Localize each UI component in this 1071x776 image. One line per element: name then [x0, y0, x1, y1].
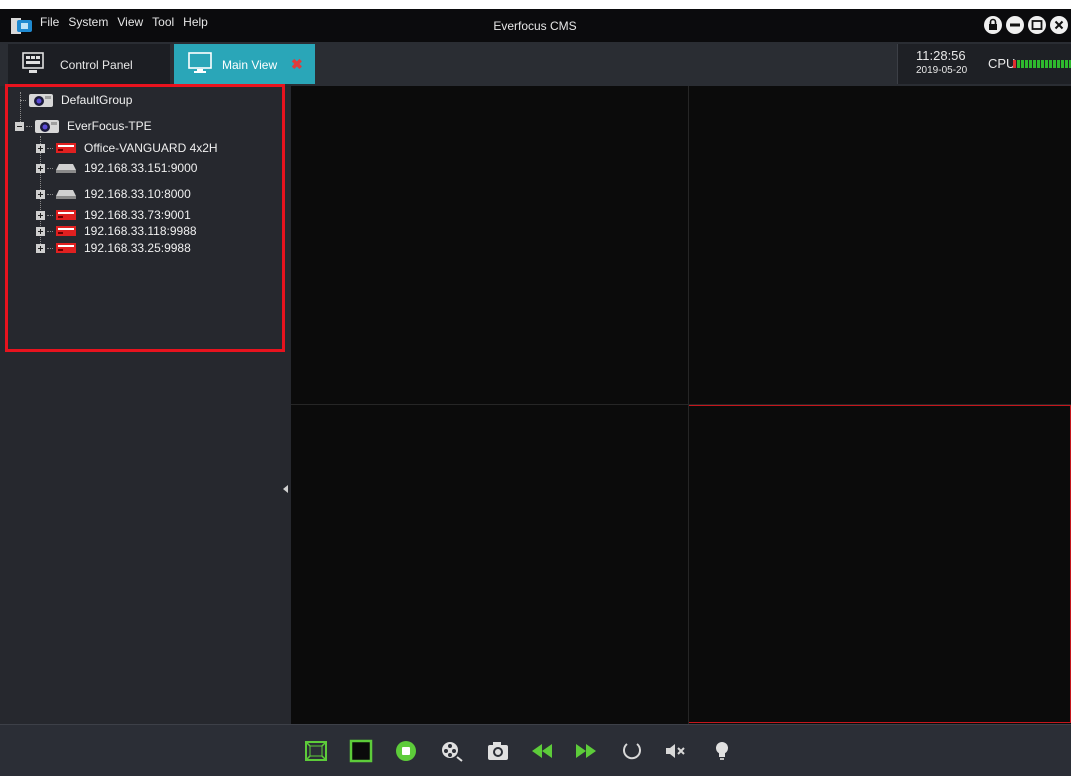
keyboard-monitor-icon [22, 52, 44, 73]
tab-control-panel-label: Control Panel [60, 58, 133, 72]
snapshot-icon [488, 742, 508, 760]
grid-divider [291, 404, 1071, 405]
tab-control-panel[interactable]: Control Panel [8, 44, 170, 84]
tree-highlight-frame [5, 84, 285, 352]
status-panel: 11:28:56 2019-05-20 CPU [897, 44, 1071, 84]
tab-bar: Control Panel Main View ✖ 11:28:56 2019-… [0, 42, 1071, 128]
cpu-label: CPU [988, 56, 1016, 71]
rewind-icon [532, 744, 552, 758]
light-bulb-icon [716, 742, 728, 760]
window-controls [984, 16, 1068, 34]
record-button[interactable] [440, 739, 464, 763]
tab-main-view[interactable]: Main View ✖ [174, 44, 315, 84]
title-bar: File System View Tool Help Everfocus CMS [0, 9, 1071, 42]
snapshot-button[interactable] [486, 739, 510, 763]
cycle-icon [623, 743, 641, 760]
record-icon [442, 742, 463, 762]
tab-close-icon[interactable]: ✖ [291, 56, 303, 73]
menu-file[interactable]: File [40, 15, 59, 29]
cycle-button[interactable] [620, 739, 644, 763]
clock-date: 2019-05-20 [916, 65, 968, 76]
single-view-button[interactable] [349, 739, 373, 763]
cpu-meter [1013, 60, 1071, 68]
fullscreen-button[interactable] [304, 739, 328, 763]
mute-button[interactable] [664, 739, 688, 763]
single-view-icon [349, 739, 373, 763]
video-cell-2[interactable] [689, 86, 1071, 404]
stop-button[interactable] [394, 739, 418, 763]
fast-forward-button[interactable] [574, 739, 598, 763]
window-title: Everfocus CMS [493, 19, 577, 33]
lock-icon [989, 18, 997, 30]
app-logo-icon [11, 18, 32, 34]
rewind-button[interactable] [530, 739, 554, 763]
lock-button[interactable] [984, 16, 1002, 34]
close-button[interactable] [1050, 16, 1068, 34]
clock-time: 11:28:56 [916, 48, 966, 63]
video-cell-1[interactable] [291, 86, 688, 404]
menu-tool[interactable]: Tool [152, 15, 174, 29]
maximize-button[interactable] [1028, 16, 1046, 34]
monitor-icon [188, 52, 212, 73]
tab-main-view-label: Main View [222, 58, 278, 72]
video-cell-3[interactable] [291, 405, 688, 724]
mute-icon [666, 744, 685, 758]
fullscreen-icon [305, 741, 327, 761]
video-cell-4[interactable] [688, 405, 1071, 723]
panel-collapse-arrow-icon[interactable] [283, 485, 288, 493]
light-button[interactable] [710, 739, 734, 763]
menu-help[interactable]: Help [183, 15, 208, 29]
minimize-icon [1010, 23, 1020, 27]
minimize-button[interactable] [1006, 16, 1024, 34]
video-grid [291, 86, 1071, 724]
menu-bar: File System View Tool Help [40, 15, 208, 29]
fast-forward-icon [576, 744, 596, 758]
maximize-icon [1031, 20, 1043, 30]
menu-system[interactable]: System [68, 15, 108, 29]
stop-icon [396, 741, 416, 761]
playback-toolbar [0, 724, 1071, 776]
close-icon [1054, 20, 1064, 30]
grid-divider [688, 86, 689, 724]
menu-view[interactable]: View [117, 15, 143, 29]
